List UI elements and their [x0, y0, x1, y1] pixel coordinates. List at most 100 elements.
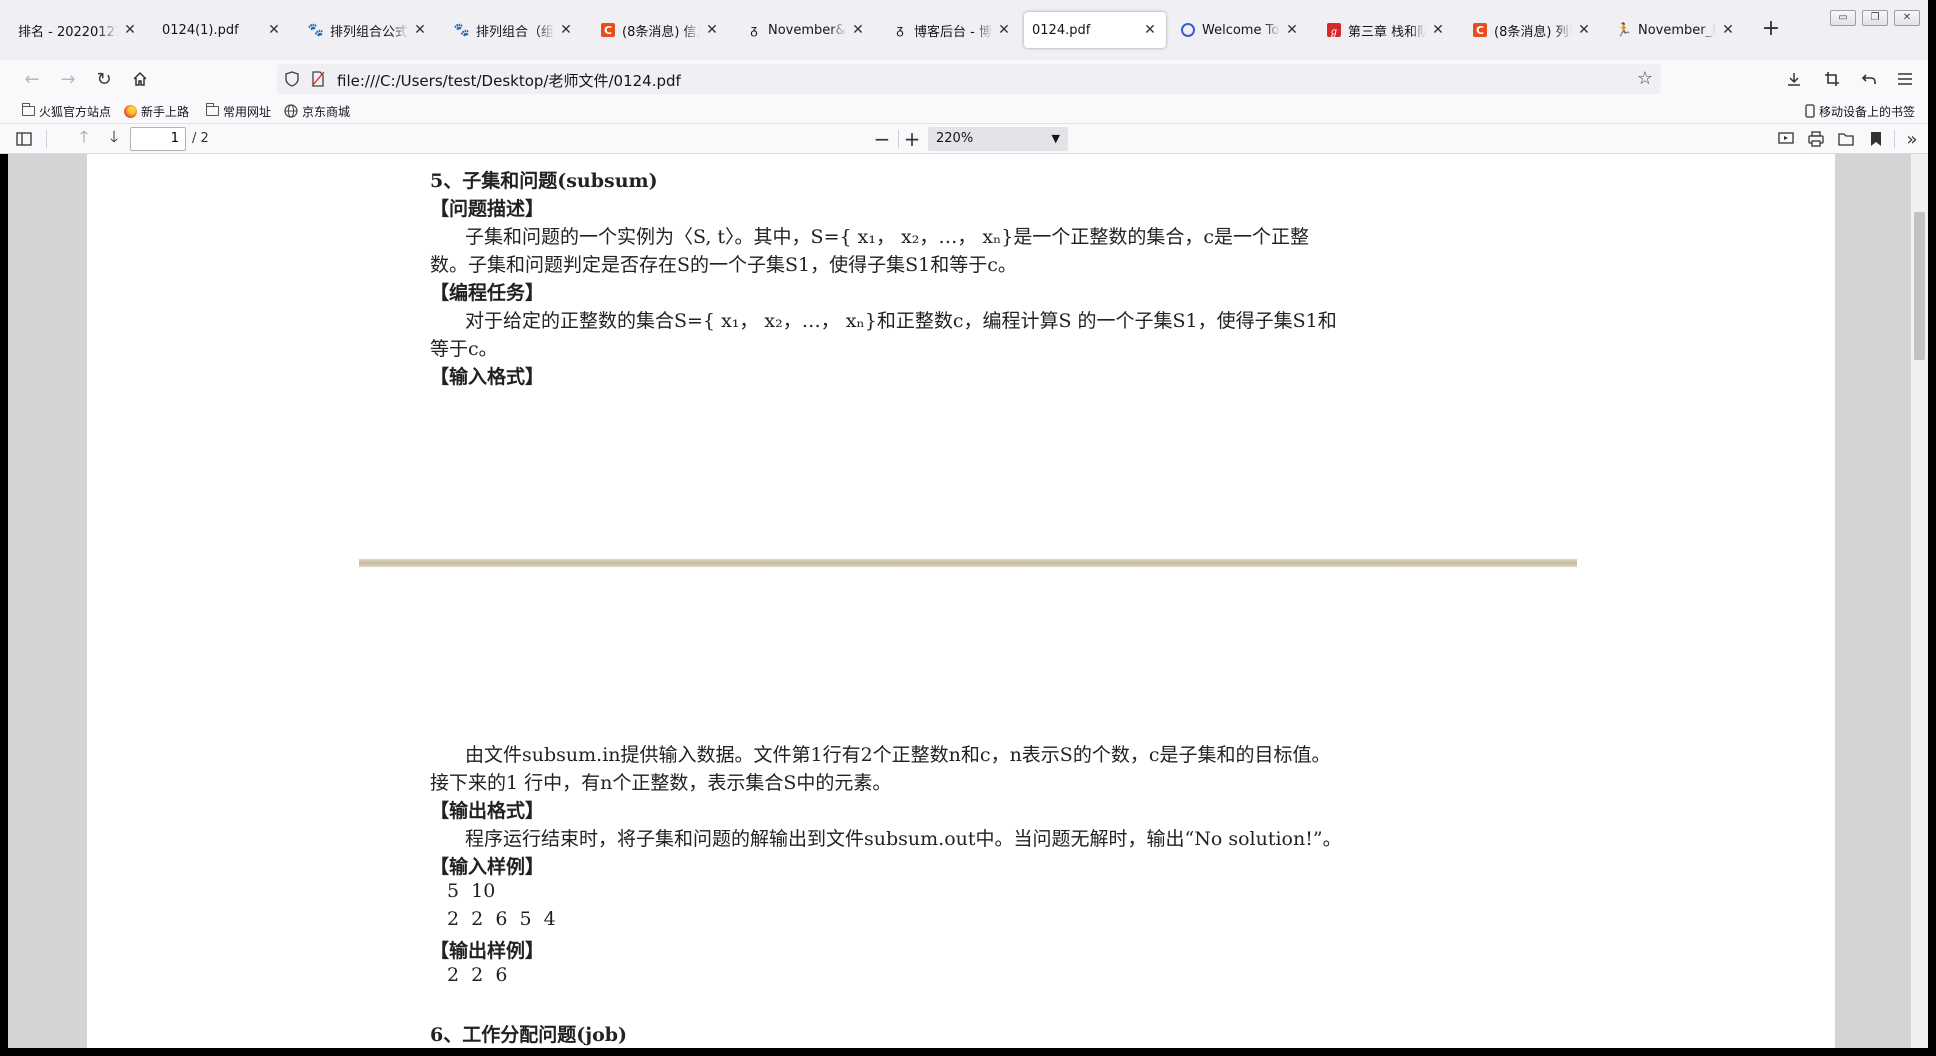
close-icon[interactable]: ✕ — [850, 22, 866, 38]
output-heading: 【输出格式】 — [430, 800, 545, 822]
back-button[interactable]: ← — [18, 65, 46, 93]
tab-title: (8条消息) 信息奥 — [622, 24, 700, 40]
zoom-in-button[interactable]: + — [900, 127, 924, 151]
printer-icon — [1808, 131, 1824, 147]
tab-november-r[interactable]: ᵹ November&&R ✕ — [738, 12, 874, 48]
tab-chapter3-stack-queue[interactable]: ℊ 第三章 栈和队列 ✕ — [1318, 12, 1454, 48]
previous-page-button[interactable]: 🡑 — [72, 127, 96, 151]
close-icon[interactable]: ✕ — [704, 22, 720, 38]
close-icon[interactable]: ✕ — [996, 22, 1012, 38]
close-icon[interactable]: ✕ — [1284, 22, 1300, 38]
new-tab-button[interactable]: + — [1757, 16, 1785, 44]
save-button[interactable] — [1834, 127, 1858, 151]
tab-title: (8条消息) 列车调 — [1494, 24, 1572, 40]
bookmark-jd-mall[interactable]: 京东商城 — [284, 101, 350, 121]
minimize-button[interactable]: ▭ — [1830, 10, 1856, 26]
tab-0124-1-pdf[interactable]: 0124(1).pdf ✕ — [154, 12, 290, 48]
tab-title: 博客后台 - 博客 — [914, 24, 992, 40]
tab-permutation-combination[interactable]: 🐾 排列组合（组合 ✕ — [446, 12, 582, 48]
divider — [1894, 130, 1895, 148]
screenshot-button[interactable] — [1818, 65, 1846, 93]
close-icon[interactable]: ✕ — [1720, 22, 1736, 38]
bookmark-firefox-official[interactable]: 火狐官方站点 — [21, 101, 112, 121]
page-number-input[interactable]: 1 — [130, 127, 186, 151]
presentation-icon — [1778, 132, 1794, 144]
bookmark-label: 火狐官方站点 — [39, 104, 112, 119]
close-icon[interactable]: ✕ — [1430, 22, 1446, 38]
mobile-device-icon — [1805, 104, 1815, 118]
tab-november-rain[interactable]: 🏃 November_Rai ✕ — [1608, 12, 1744, 48]
folder-icon — [205, 103, 219, 116]
close-icon[interactable]: ✕ — [122, 22, 138, 38]
forward-button[interactable]: → — [54, 65, 82, 93]
problem-heading: 【问题描述】 — [430, 198, 545, 220]
tools-button[interactable]: » — [1900, 127, 1924, 151]
shield-icon[interactable] — [283, 70, 301, 88]
close-icon[interactable]: ✕ — [266, 22, 282, 38]
tab-title: November_Rai — [1638, 22, 1716, 38]
pdf-viewer[interactable]: 5、子集和问题(subsum) 【问题描述】 子集和问题的一个实例为〈S, t〉… — [8, 154, 1911, 1048]
bookmark-star-icon[interactable]: ☆ — [1637, 68, 1653, 89]
section-title: 5、子集和问题(subsum) — [430, 170, 658, 192]
bookmark-getting-started[interactable]: 新手上路 — [124, 101, 189, 121]
close-icon[interactable]: ✕ — [558, 22, 574, 38]
divider — [898, 130, 899, 148]
reload-button[interactable]: ↻ — [90, 65, 118, 93]
print-button[interactable] — [1804, 127, 1828, 151]
presentation-mode-button[interactable] — [1774, 127, 1798, 151]
hamburger-menu-icon — [1898, 73, 1912, 85]
tab-0124-pdf[interactable]: 0124.pdf ✕ — [1024, 12, 1166, 48]
vertical-scrollbar[interactable] — [1911, 154, 1928, 1048]
crop-icon — [1825, 72, 1839, 86]
close-icon[interactable]: ✕ — [1576, 22, 1592, 38]
csdn-icon: C — [1473, 23, 1487, 37]
close-window-button[interactable]: ✕ — [1894, 10, 1920, 26]
tab-welcome[interactable]: Welcome To O ✕ — [1172, 12, 1308, 48]
home-icon — [133, 71, 147, 86]
problem-text: 数。子集和问题判定是否存在S的一个子集S1，使得子集S1和等于c。 — [430, 254, 1017, 276]
pdf-toolbar: 🡑 🡓 1 / 2 − + 220% ▼ » — [0, 124, 1936, 154]
address-bar[interactable]: file:///C:/Users/test/Desktop/老师文件/0124.… — [277, 64, 1661, 94]
undo-button[interactable] — [1855, 65, 1883, 93]
tab-csdn-messages[interactable]: C (8条消息) 信息奥 ✕ — [592, 12, 728, 48]
home-button[interactable] — [126, 65, 154, 93]
csdn-icon: C — [601, 23, 615, 37]
mobile-bookmarks[interactable]: 移动设备上的书签 — [1805, 101, 1915, 121]
zoom-out-button[interactable]: − — [870, 127, 894, 151]
window-frame — [0, 1048, 1936, 1056]
page-info-icon[interactable] — [309, 70, 327, 88]
input-text: 接下来的1 行中，有n个正整数，表示集合S中的元素。 — [430, 772, 892, 794]
url-text[interactable]: file:///C:/Users/test/Desktop/老师文件/0124.… — [337, 70, 681, 91]
output-text: 程序运行结束时，将子集和问题的解输出到文件subsum.out中。当问题无解时，… — [465, 828, 1342, 850]
page-count: / 2 — [192, 131, 209, 146]
next-page-button[interactable]: 🡓 — [102, 127, 126, 151]
tab-strip: 排名 - 20220123四 ✕ 0124(1).pdf ✕ 🐾 排列组合公式_… — [0, 0, 1936, 60]
tab-ranking[interactable]: 排名 - 20220123四 ✕ — [10, 12, 146, 48]
globe-icon — [284, 104, 298, 118]
scrollbar-thumb[interactable] — [1914, 212, 1925, 360]
tab-csdn-train[interactable]: C (8条消息) 列车调 ✕ — [1464, 12, 1600, 48]
zoom-select[interactable]: 220% ▼ — [928, 127, 1068, 151]
divider — [46, 130, 47, 148]
firefox-icon — [124, 104, 137, 118]
restore-button[interactable]: ❐ — [1862, 10, 1888, 26]
bookmark-button[interactable] — [1864, 127, 1888, 151]
downloads-button[interactable] — [1780, 65, 1808, 93]
window-frame — [0, 154, 8, 1056]
task-text: 等于c。 — [430, 338, 498, 360]
trefoil-icon: ᵹ — [750, 23, 758, 38]
book-icon: ℊ — [1327, 23, 1341, 38]
close-icon[interactable]: ✕ — [1142, 22, 1158, 38]
tab-title: 0124.pdf — [1032, 22, 1091, 38]
bookmark-label: 常用网址 — [223, 104, 272, 119]
sidebar-toggle-button[interactable] — [12, 127, 36, 151]
navigation-toolbar: ← → ↻ file:///C:/Users/test/Desktop/老师文件… — [0, 60, 1936, 98]
tab-blog-admin[interactable]: ᵹ 博客后台 - 博客 ✕ — [884, 12, 1020, 48]
tab-title: 0124(1).pdf — [162, 22, 239, 38]
menu-button[interactable] — [1891, 65, 1919, 93]
bookmark-common-sites[interactable]: 常用网址 — [205, 101, 272, 121]
tab-title: 排名 - 20220123四 — [18, 24, 118, 40]
tab-permutation-formula[interactable]: 🐾 排列组合公式_百 ✕ — [300, 12, 436, 48]
close-icon[interactable]: ✕ — [412, 22, 428, 38]
folder-open-icon — [1838, 133, 1854, 146]
